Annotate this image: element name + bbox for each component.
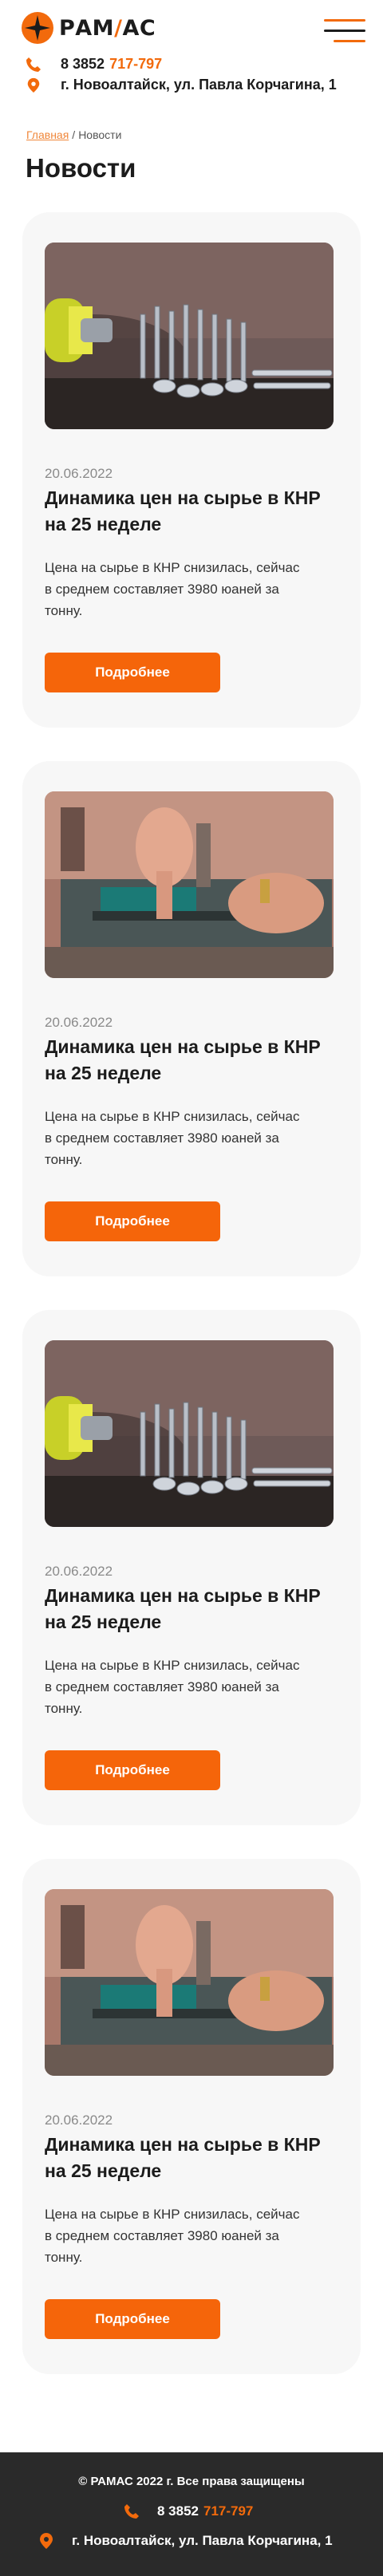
header-address: г. Новоалтайск, ул. Павла Корчагина, 1 bbox=[26, 77, 337, 93]
phone-prefix: 8 3852 bbox=[61, 56, 105, 72]
site-header: РАМ/АС 8 3852 717-797 г. Новоалтайск, ул… bbox=[0, 0, 383, 112]
news-image[interactable] bbox=[45, 243, 334, 429]
news-excerpt: Цена на сырье в КНР снизилась, сейчас в … bbox=[45, 560, 300, 618]
news-date: 20.06.2022 bbox=[45, 466, 113, 481]
copyright: © РАМАС 2022 г. Все права защищены bbox=[78, 2475, 305, 2488]
news-date: 20.06.2022 bbox=[45, 1015, 113, 1030]
header-phone[interactable]: 8 3852 717-797 bbox=[26, 56, 162, 73]
news-image[interactable] bbox=[45, 1340, 334, 1527]
logo-text-slash: / bbox=[114, 15, 123, 41]
metalwork-photo-icon bbox=[45, 791, 334, 978]
news-excerpt: Цена на сырье в КНР снизилась, сейчас в … bbox=[45, 2207, 300, 2265]
breadcrumb-separator: / bbox=[72, 128, 76, 141]
metalwork-photo-icon bbox=[45, 1889, 334, 2076]
site-footer: © РАМАС 2022 г. Все права защищены 8 385… bbox=[0, 2452, 383, 2576]
address-text: г. Новоалтайск, ул. Павла Корчагина, 1 bbox=[72, 2533, 333, 2548]
news-date: 20.06.2022 bbox=[45, 2112, 113, 2128]
burger-line bbox=[324, 19, 365, 22]
news-image[interactable] bbox=[45, 1889, 334, 2076]
news-card: 20.06.2022 Динамика цен на сырье в КНР н… bbox=[22, 1310, 361, 1825]
more-button[interactable]: Подробнее bbox=[45, 653, 220, 692]
phone-number: 717-797 bbox=[109, 56, 163, 72]
location-pin-icon bbox=[40, 2533, 53, 2549]
news-card: 20.06.2022 Динамика цен на сырье в КНР н… bbox=[22, 761, 361, 1276]
burger-line bbox=[334, 40, 365, 42]
news-excerpt: Цена на сырье в КНР снизилась, сейчас в … bbox=[45, 1658, 300, 1716]
more-button[interactable]: Подробнее bbox=[45, 1201, 220, 1241]
news-image[interactable] bbox=[45, 791, 334, 978]
footer-address: г. Новоалтайск, ул. Павла Корчагина, 1 bbox=[38, 2532, 333, 2550]
location-pin-icon bbox=[27, 77, 40, 93]
hamburger-icon[interactable] bbox=[324, 19, 365, 43]
footer-phone[interactable]: 8 3852 717-797 bbox=[124, 2503, 253, 2519]
logo-text-right: АС bbox=[122, 15, 156, 41]
news-date: 20.06.2022 bbox=[45, 1564, 113, 1579]
screws-photo-icon bbox=[45, 1340, 334, 1527]
phone-prefix: 8 3852 bbox=[157, 2503, 199, 2519]
burger-line bbox=[324, 30, 365, 32]
phone-icon bbox=[124, 2504, 139, 2519]
breadcrumb: Главная / Новости bbox=[26, 128, 121, 141]
phone-icon bbox=[26, 57, 41, 72]
more-button[interactable]: Подробнее bbox=[45, 1750, 220, 1790]
breadcrumb-current: Новости bbox=[78, 128, 122, 141]
news-title[interactable]: Динамика цен на сырье в КНР на 25 неделе bbox=[45, 2132, 340, 2184]
news-title[interactable]: Динамика цен на сырье в КНР на 25 неделе bbox=[45, 1583, 340, 1635]
phone-number: 717-797 bbox=[203, 2503, 254, 2519]
news-title[interactable]: Динамика цен на сырье в КНР на 25 неделе bbox=[45, 485, 340, 538]
more-button[interactable]: Подробнее bbox=[45, 2299, 220, 2339]
logo-mark-icon bbox=[22, 12, 53, 44]
news-title[interactable]: Динамика цен на сырье в КНР на 25 неделе bbox=[45, 1034, 340, 1087]
screws-photo-icon bbox=[45, 243, 334, 429]
address-text: г. Новоалтайск, ул. Павла Корчагина, 1 bbox=[61, 77, 337, 93]
news-card: 20.06.2022 Динамика цен на сырье в КНР н… bbox=[22, 212, 361, 728]
logo[interactable]: РАМ/АС bbox=[21, 11, 156, 45]
logo-text-left: РАМ bbox=[59, 15, 115, 41]
news-excerpt: Цена на сырье в КНР снизилась, сейчас в … bbox=[45, 1109, 300, 1167]
page-title: Новости bbox=[26, 153, 136, 183]
logo-text: РАМ/АС bbox=[59, 16, 156, 41]
news-card: 20.06.2022 Динамика цен на сырье в КНР н… bbox=[22, 1859, 361, 2374]
page: РАМ/АС 8 3852 717-797 г. Новоалтайск, ул… bbox=[0, 0, 383, 2576]
breadcrumb-home-link[interactable]: Главная bbox=[26, 128, 69, 141]
